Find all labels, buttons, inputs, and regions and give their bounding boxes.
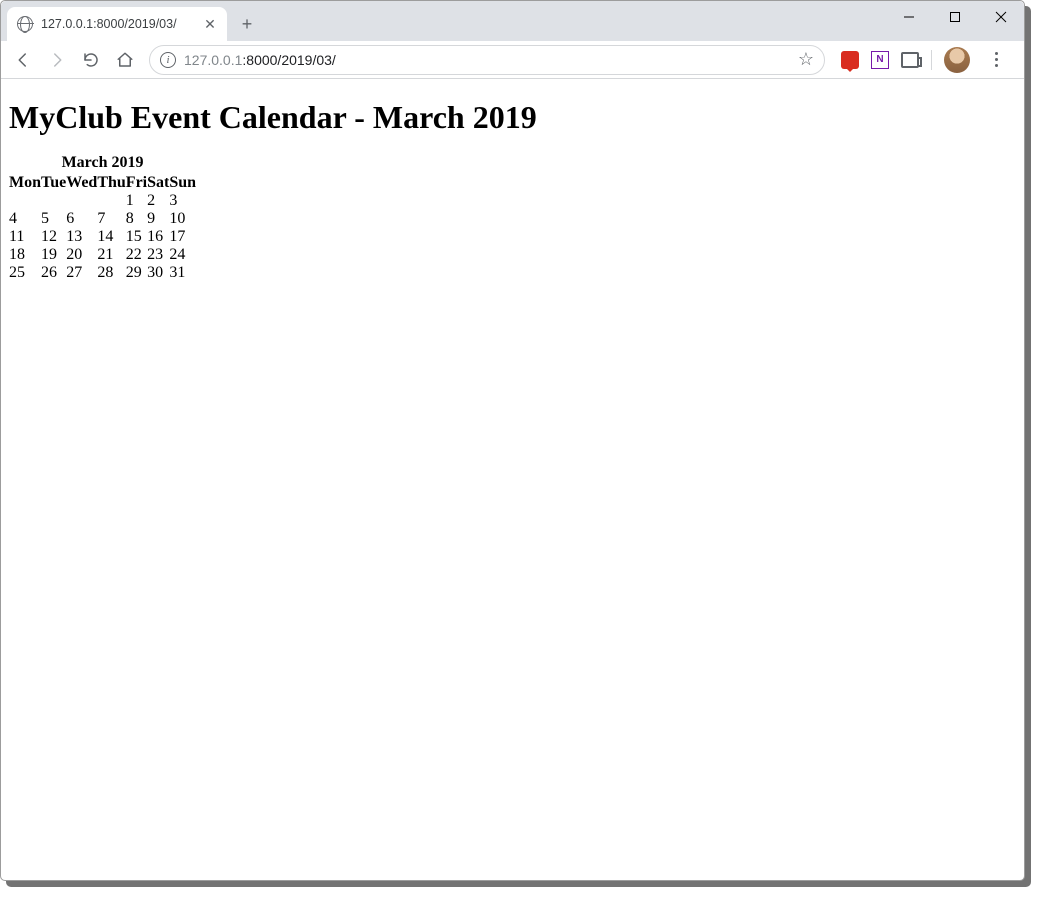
weekday-header: Thu: [97, 174, 125, 192]
calendar-day-cell: 9: [147, 210, 169, 228]
calendar-day-cell: 13: [66, 228, 97, 246]
close-tab-icon[interactable]: ✕: [203, 17, 217, 31]
calendar-week-row: 45678910: [9, 210, 196, 228]
calendar-day-cell: 20: [66, 246, 97, 264]
back-button[interactable]: [7, 44, 39, 76]
extension-icons: N: [833, 46, 1018, 74]
browser-tab[interactable]: 127.0.0.1:8000/2019/03/ ✕: [7, 7, 227, 41]
page-content: MyClub Event Calendar - March 2019 March…: [1, 79, 1024, 880]
calendar-week-row: 18192021222324: [9, 246, 196, 264]
calendar-day-cell: 7: [97, 210, 125, 228]
calendar-day-cell: 17: [169, 228, 196, 246]
reload-button[interactable]: [75, 44, 107, 76]
calendar-day-cell: 26: [41, 264, 66, 282]
calendar-day-cell: 12: [41, 228, 66, 246]
calendar-day-cell: 19: [41, 246, 66, 264]
calendar-day-cell: 28: [97, 264, 125, 282]
address-bar[interactable]: i 127.0.0.1:8000/2019/03/ ☆: [149, 45, 825, 75]
globe-icon: [17, 16, 33, 32]
close-window-button[interactable]: [978, 1, 1024, 33]
calendar-day-cell: 15: [126, 228, 147, 246]
calendar-day-cell: 14: [97, 228, 125, 246]
profile-avatar[interactable]: [944, 47, 970, 73]
site-info-icon[interactable]: i: [160, 52, 176, 68]
minimize-button[interactable]: [886, 1, 932, 33]
weekday-header: Wed: [66, 174, 97, 192]
calendar-day-cell: 24: [169, 246, 196, 264]
calendar-day-cell: 25: [9, 264, 41, 282]
browser-toolbar: i 127.0.0.1:8000/2019/03/ ☆ N: [1, 41, 1024, 79]
calendar-day-cell: 10: [169, 210, 196, 228]
calendar-day-cell: 23: [147, 246, 169, 264]
ublock-icon[interactable]: [841, 51, 859, 69]
bookmark-star-icon[interactable]: ☆: [798, 49, 814, 70]
calendar-day-cell: 31: [169, 264, 196, 282]
tab-title: 127.0.0.1:8000/2019/03/: [41, 17, 195, 31]
calendar-empty-cell: [41, 192, 66, 210]
calendar-day-cell: 2: [147, 192, 169, 210]
toolbar-separator: [931, 50, 932, 70]
calendar-table: March 2019 Mon Tue Wed Thu Fri Sat Sun 1…: [9, 154, 196, 282]
url-text: 127.0.0.1:8000/2019/03/: [184, 52, 790, 68]
calendar-day-cell: 21: [97, 246, 125, 264]
calendar-day-cell: 27: [66, 264, 97, 282]
calendar-day-cell: 4: [9, 210, 41, 228]
calendar-day-cell: 16: [147, 228, 169, 246]
page-title: MyClub Event Calendar - March 2019: [9, 99, 1016, 136]
calendar-header-row: Mon Tue Wed Thu Fri Sat Sun: [9, 174, 196, 192]
calendar-empty-cell: [66, 192, 97, 210]
calendar-empty-cell: [9, 192, 41, 210]
calendar-day-cell: 18: [9, 246, 41, 264]
calendar-day-cell: 11: [9, 228, 41, 246]
calendar-day-cell: 22: [126, 246, 147, 264]
calendar-day-cell: 3: [169, 192, 196, 210]
forward-button[interactable]: [41, 44, 73, 76]
calendar-empty-cell: [97, 192, 125, 210]
cast-icon[interactable]: [901, 52, 919, 68]
calendar-day-cell: 6: [66, 210, 97, 228]
url-host: 127.0.0.1: [184, 52, 242, 68]
chrome-menu-button[interactable]: [982, 46, 1010, 74]
calendar-day-cell: 5: [41, 210, 66, 228]
onenote-icon[interactable]: N: [871, 51, 889, 69]
weekday-header: Tue: [41, 174, 66, 192]
maximize-button[interactable]: [932, 1, 978, 33]
calendar-day-cell: 1: [126, 192, 147, 210]
window-controls: [886, 1, 1024, 33]
weekday-header: Sun: [169, 174, 196, 192]
calendar-week-row: 25262728293031: [9, 264, 196, 282]
calendar-day-cell: 8: [126, 210, 147, 228]
calendar-week-row: 11121314151617: [9, 228, 196, 246]
calendar-caption: March 2019: [9, 154, 196, 174]
tab-strip: 127.0.0.1:8000/2019/03/ ✕ +: [1, 1, 1024, 41]
weekday-header: Mon: [9, 174, 41, 192]
calendar-week-row: 123: [9, 192, 196, 210]
weekday-header: Sat: [147, 174, 169, 192]
calendar-day-cell: 30: [147, 264, 169, 282]
calendar-day-cell: 29: [126, 264, 147, 282]
weekday-header: Fri: [126, 174, 147, 192]
browser-window: 127.0.0.1:8000/2019/03/ ✕ +: [0, 0, 1025, 881]
new-tab-button[interactable]: +: [233, 10, 261, 38]
home-button[interactable]: [109, 44, 141, 76]
url-path: :8000/2019/03/: [242, 52, 335, 68]
